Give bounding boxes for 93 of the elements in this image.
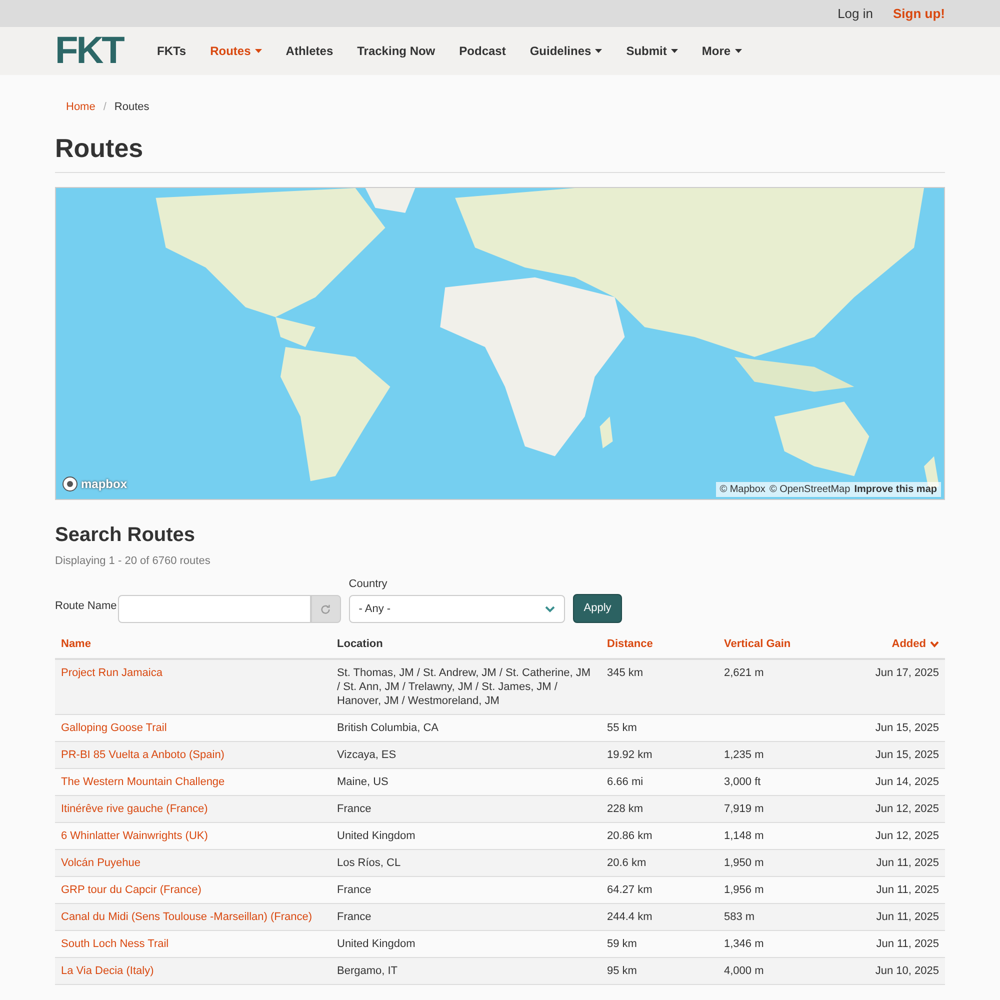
login-link[interactable]: Log in — [838, 4, 873, 24]
apply-button[interactable]: Apply — [572, 594, 622, 623]
attribution-link[interactable]: © OpenStreetMap — [769, 482, 850, 497]
table-cell: 1,950 m — [724, 857, 764, 869]
table-cell: Jun 12, 2025 — [875, 803, 939, 815]
caret-icon — [670, 49, 678, 53]
table-cell: British Columbia, CA — [337, 722, 438, 734]
table-cell: Jun 11, 2025 — [876, 911, 939, 923]
nav-item[interactable]: FKTs — [145, 42, 198, 60]
table-cell: France — [337, 911, 372, 923]
route-link[interactable]: Itinérêve rive gauche (France) — [61, 803, 208, 815]
table-cell: 95 km — [607, 965, 637, 977]
table-cell: Jun 15, 2025 — [875, 722, 939, 734]
nav-item[interactable]: Submit — [614, 42, 690, 60]
table-cell: 228 km — [607, 803, 644, 815]
refresh-icon — [320, 604, 332, 614]
nav-item[interactable]: Tracking Now — [345, 42, 448, 60]
table-cell: Jun 12, 2025 — [875, 830, 939, 842]
route-link[interactable]: GRP tour du Capcir (France) — [61, 884, 202, 896]
table-cell: 59 km — [607, 938, 637, 950]
column-header: Location — [337, 637, 383, 652]
table-cell: 244.4 km — [607, 911, 652, 923]
table-cell: Vizcaya, ES — [337, 749, 396, 761]
table-cell: 64.27 km — [607, 884, 652, 896]
field-label: Country — [348, 576, 388, 592]
table-cell: Jun 11, 2025 — [876, 884, 939, 896]
table-cell: Jun 11, 2025 — [876, 938, 939, 950]
route-link[interactable]: PR-BI 85 Vuelta a Anboto (Spain) — [61, 749, 224, 761]
route-link[interactable]: South Loch Ness Trail — [61, 938, 169, 950]
caret-icon — [595, 49, 602, 53]
page-title: Routes — [55, 129, 945, 173]
table-cell: Maine, US — [337, 776, 388, 788]
table-cell: 345 km — [607, 667, 644, 679]
section-title: Search Routes — [55, 523, 196, 548]
table-cell: 2,621 m — [724, 667, 764, 679]
table-cell: Jun 14, 2025 — [875, 776, 939, 788]
table-cell: Jun 11, 2025 — [876, 857, 939, 869]
table-cell: 55 km — [607, 722, 637, 734]
nav-item[interactable]: Routes — [198, 42, 274, 60]
route-link[interactable]: Galloping Goose Trail — [61, 722, 167, 734]
nav-item[interactable]: Athletes — [274, 42, 346, 60]
results-summary: Displaying 1 - 20 of 6760 routes — [55, 554, 212, 569]
route-name-field[interactable] — [118, 595, 311, 623]
table-cell: 1,235 m — [724, 749, 764, 761]
chevron-down-icon — [930, 641, 939, 648]
attribution-link[interactable]: © Mapbox — [720, 482, 766, 497]
route-link[interactable]: Project Run Jamaica — [61, 667, 162, 679]
table-cell: Los Ríos, CL — [337, 857, 401, 869]
chevron-down-icon — [544, 606, 555, 612]
table-cell: Jun 10, 2025 — [875, 965, 939, 977]
table-cell: 3,000 ft — [724, 776, 761, 788]
table-cell: St. Thomas, JM / St. Andrew, JM / St. Catherine, JM / St. Ann, JM / Trelawny, JM / St. James, JM / Hanover, JM / Westmoreland, JM — [337, 667, 590, 707]
country-select[interactable]: - Any - — [348, 595, 565, 623]
route-link[interactable]: 6 Whinlatter Wainwrights (UK) — [61, 830, 208, 842]
nav-item[interactable]: Guidelines — [518, 42, 614, 60]
reset-button[interactable] — [310, 595, 341, 623]
table-cell: United Kingdom — [337, 830, 416, 842]
route-link[interactable]: The Western Mountain Challenge — [61, 776, 225, 788]
table-cell: Jun 15, 2025 — [875, 749, 939, 761]
table-cell: 1,346 m — [724, 938, 764, 950]
table-cell: 19.92 km — [607, 749, 652, 761]
table-cell: 20.86 km — [607, 830, 652, 842]
nav-item[interactable]: Podcast — [447, 42, 518, 60]
route-link[interactable]: La Via Decia (Italy) — [61, 965, 154, 977]
caret-icon — [254, 49, 262, 53]
caret-icon — [734, 49, 742, 53]
table-cell: 1,956 m — [724, 884, 764, 896]
signup-link[interactable]: Sign up! — [893, 4, 945, 24]
sort-link[interactable]: Vertical Gain — [724, 636, 791, 653]
table-cell: Jun 17, 2025 — [875, 667, 939, 679]
field-label: Route Name — [55, 598, 117, 614]
table-cell: 1,148 m — [724, 830, 764, 842]
table-cell: 583 m — [724, 911, 755, 923]
mapbox-icon — [62, 476, 78, 492]
breadcrumb-current: Routes — [114, 100, 150, 115]
table-cell: 7,919 m — [724, 803, 764, 815]
sort-link[interactable]: Distance — [607, 636, 653, 653]
table-cell: France — [337, 884, 372, 896]
table-cell: Bergamo, IT — [337, 965, 398, 977]
table-cell: 4,000 m — [724, 965, 764, 977]
table-cell: United Kingdom — [337, 938, 416, 950]
table-cell: 20.6 km — [607, 857, 646, 869]
sort-link[interactable]: Name — [61, 636, 91, 653]
breadcrumb-link[interactable]: Home — [66, 98, 96, 116]
route-link[interactable]: Canal du Midi (Sens Toulouse -Marseillan) (France) — [61, 911, 312, 923]
route-link[interactable]: Volcán Puyehue — [61, 857, 141, 869]
logo[interactable]: FKT — [55, 32, 125, 70]
table-cell: 6.66 mi — [607, 776, 644, 788]
breadcrumb-separator: / — [103, 100, 106, 115]
attribution-link[interactable]: Improve this map — [854, 482, 937, 497]
sort-link[interactable]: Added — [892, 636, 939, 653]
nav-item[interactable]: More — [690, 42, 754, 60]
table-cell: France — [337, 803, 372, 815]
